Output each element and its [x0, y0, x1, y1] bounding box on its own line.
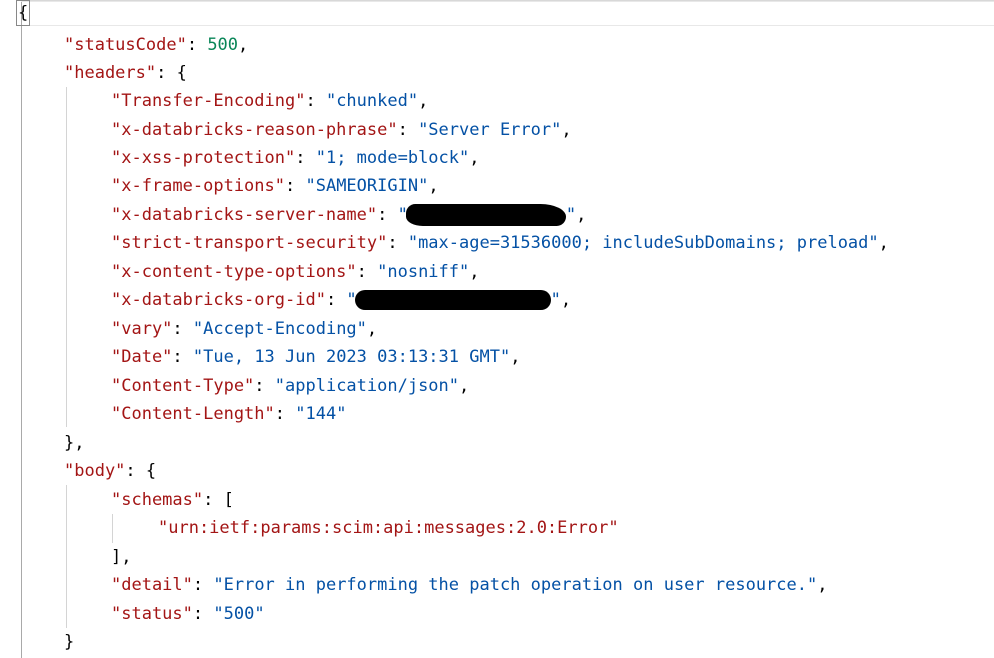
code-line-header-item: "Date": "Tue, 13 Jun 2023 03:13:31 GMT",	[111, 347, 521, 367]
json-editor[interactable]: { "statusCode": 500, "headers": { "Trans…	[0, 0, 994, 658]
code-line-header-item: "strict-transport-security": "max-age=31…	[111, 233, 889, 253]
indent-guide-headers	[66, 87, 67, 427]
json-key: "headers"	[64, 63, 157, 83]
code-line-detail: "detail": "Error in performing the patch…	[111, 575, 828, 595]
indent-guide-body	[66, 485, 67, 628]
code-line-header-item: "x-frame-options": "SAMEORIGIN",	[111, 176, 439, 196]
code-line-header-item: "x-databricks-reason-phrase": "Server Er…	[111, 120, 572, 140]
code-line-header-item: "x-content-type-options": "nosniff",	[111, 262, 480, 282]
code-line-status: "status": "500"	[111, 604, 265, 624]
code-line-header-item: "x-xss-protection": "1; mode=block",	[111, 148, 480, 168]
code-line-statuscode: "statusCode": 500,	[64, 35, 249, 55]
gutter-border	[21, 0, 22, 658]
code-line-body: "body": {	[64, 461, 157, 481]
indent-guide-schemas	[112, 514, 113, 543]
json-number: 500	[207, 35, 239, 55]
headers-close-brace: },	[64, 433, 85, 453]
redaction-mark	[405, 204, 566, 226]
json-key: "body"	[64, 461, 126, 481]
json-key: "statusCode"	[64, 35, 187, 55]
current-line-highlight	[21, 1, 994, 26]
redaction-mark	[354, 290, 551, 310]
code-line-header-item: "x-databricks-server-name": " ",	[111, 204, 587, 226]
body-close-brace: }	[64, 632, 75, 652]
code-line-header-item: "vary": "Accept-Encoding",	[111, 319, 378, 339]
code-line-schemas: "schemas": [	[111, 490, 234, 510]
code-line-header-item: "x-databricks-org-id": " ",	[111, 290, 572, 310]
code-line-header-item: "Content-Type": "application/json",	[111, 376, 470, 396]
code-line-header-item: "Transfer-Encoding": "chunked",	[111, 91, 429, 111]
code-line-headers: "headers": {	[64, 63, 187, 83]
code-line-header-item: "Content-Length": "144"	[111, 404, 347, 424]
code-line-schema-item: "urn:ietf:params:scim:api:messages:2.0:E…	[158, 518, 619, 538]
schemas-close-bracket: ],	[111, 547, 132, 567]
root-open-brace: {	[15, 0, 31, 26]
